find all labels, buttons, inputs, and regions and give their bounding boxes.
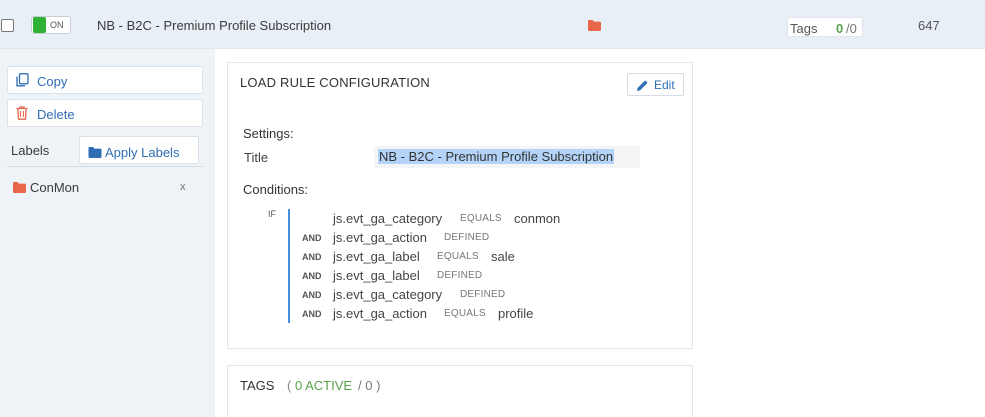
condition-row: AND js.evt_ga_action DEFINED [228,229,668,245]
condition-row: AND js.evt_ga_action EQUALS profile [228,305,668,321]
tags-total-count: /0 [846,21,857,36]
condition-operator: EQUALS [437,251,479,262]
labels-heading: Labels [11,143,50,158]
delete-label: Delete [37,107,75,122]
folder-icon [13,180,26,197]
load-rule-title[interactable]: NB - B2C - Premium Profile Subscription [97,18,331,33]
tags-active-label: 0 ACTIVE [295,378,353,393]
condition-operator: EQUALS [460,213,502,224]
condition-variable: js.evt_ga_label [333,268,420,283]
condition-variable: js.evt_ga_action [333,306,427,321]
load-rule-id: 647 [918,18,940,33]
trash-icon [16,106,28,125]
copy-label: Copy [37,74,68,89]
tags-count-badge: Tags 0 /0 [787,17,863,37]
sidebar: Copy Delete Labels Apply Labels ConMon x [0,49,215,417]
labels-divider [7,166,203,167]
condition-op: AND [302,309,322,319]
tags-panel: TAGS ( 0 ACTIVE / 0 ) [227,365,693,417]
delete-button[interactable]: Delete [7,99,203,127]
condition-row: AND js.evt_ga_label DEFINED [228,267,668,283]
status-toggle[interactable]: ON [31,16,71,34]
settings-heading: Settings: [243,126,294,141]
copy-icon [16,73,29,92]
apply-labels-label: Apply Labels [105,145,180,160]
load-rule-row[interactable]: ON NB - B2C - Premium Profile Subscripti… [0,0,985,49]
title-value: NB - B2C - Premium Profile Subscription [378,149,615,164]
conditions-heading: Conditions: [243,182,309,197]
tags-active-count: 0 [836,21,844,36]
tags-label: Tags [790,21,818,36]
condition-row: AND js.evt_ga_label EQUALS sale [228,248,668,264]
condition-variable: js.evt_ga_label [333,249,420,264]
folder-icon [588,18,601,36]
condition-variable: js.evt_ga_category [333,287,443,302]
condition-op: AND [302,271,322,281]
condition-variable: js.evt_ga_category [333,211,443,226]
condition-value: profile [498,306,534,321]
condition-variable: js.evt_ga_action [333,230,427,245]
condition-operator: DEFINED [460,289,506,300]
toggle-knob [33,17,46,33]
condition-row: AND js.evt_ga_category DEFINED [228,286,668,302]
edit-label: Edit [654,78,675,92]
tags-heading: TAGS [240,378,275,393]
toggle-label: ON [50,20,64,30]
condition-value: conmon [514,211,561,226]
condition-operator: EQUALS [444,308,486,319]
apply-labels-button[interactable]: Apply Labels [79,136,199,164]
edit-button[interactable]: Edit [627,73,684,96]
folder-icon [88,145,102,163]
panel-heading: LOAD RULE CONFIGURATION [240,75,430,90]
title-value-field[interactable]: NB - B2C - Premium Profile Subscription [374,146,640,168]
condition-operator: DEFINED [437,270,483,281]
pencil-icon [636,79,649,97]
condition-row: js.evt_ga_category EQUALS conmon [228,210,668,226]
tags-open-paren: ( [287,378,292,393]
copy-button[interactable]: Copy [7,66,203,94]
condition-op: AND [302,252,322,262]
condition-op: AND [302,290,322,300]
label-item-conmon[interactable]: ConMon [13,180,79,198]
row-checkbox[interactable] [1,19,14,32]
title-label: Title [244,150,269,165]
label-name: ConMon [30,180,80,195]
condition-value: sale [491,249,515,264]
load-rule-config-panel: LOAD RULE CONFIGURATION Edit Settings: T… [227,62,693,349]
tags-total-label: / 0 ) [358,378,381,393]
condition-op: AND [302,233,322,243]
remove-label-button[interactable]: x [180,181,186,193]
condition-operator: DEFINED [444,232,490,243]
